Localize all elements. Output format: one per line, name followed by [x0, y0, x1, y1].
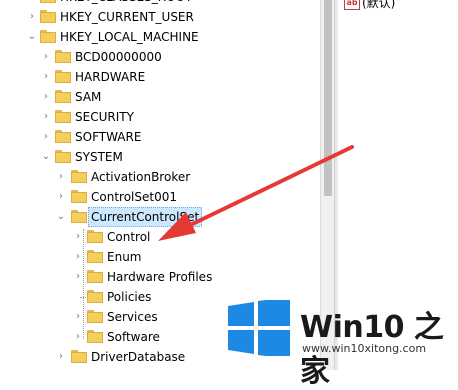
watermark-url: www.win10xitong.com [302, 342, 427, 355]
windows-logo-icon [228, 300, 290, 356]
watermark: Win10 之家 www.win10xitong.com [228, 300, 458, 389]
